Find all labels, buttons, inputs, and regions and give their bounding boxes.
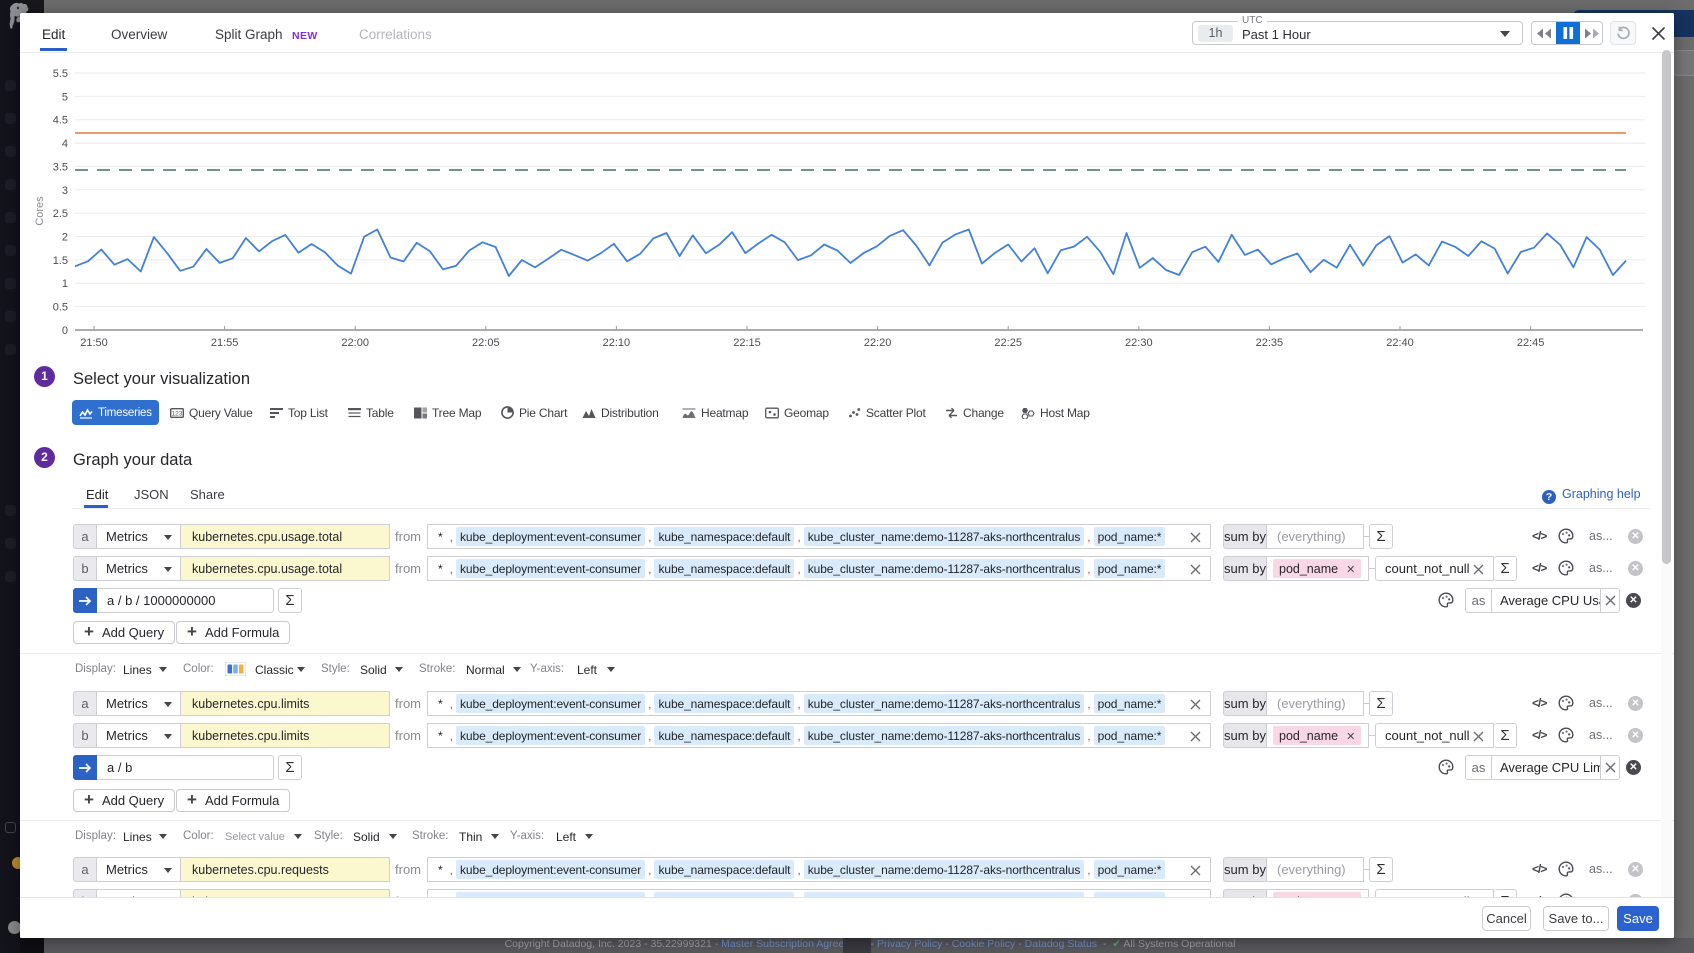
svg-text:3: 3 xyxy=(62,185,68,197)
svg-text:22:05: 22:05 xyxy=(472,337,500,349)
svg-text:5: 5 xyxy=(62,91,68,103)
svg-text:1: 1 xyxy=(62,278,68,290)
svg-text:4: 4 xyxy=(62,138,68,150)
svg-text:22:00: 22:00 xyxy=(341,337,369,349)
svg-text:21:55: 21:55 xyxy=(211,337,239,349)
svg-text:123: 123 xyxy=(172,410,183,417)
svg-text:22:40: 22:40 xyxy=(1386,337,1414,349)
svg-text:1.5: 1.5 xyxy=(53,255,68,267)
svg-text:3.5: 3.5 xyxy=(53,161,68,173)
svg-text:0.5: 0.5 xyxy=(53,302,68,314)
svg-text:0: 0 xyxy=(62,325,68,337)
svg-text:22:45: 22:45 xyxy=(1517,337,1545,349)
svg-text:22:10: 22:10 xyxy=(603,337,631,349)
svg-text:2.5: 2.5 xyxy=(53,208,68,220)
svg-text:22:30: 22:30 xyxy=(1125,337,1153,349)
svg-text:Cores: Cores xyxy=(34,196,46,226)
svg-text:2: 2 xyxy=(62,232,68,244)
svg-text:22:15: 22:15 xyxy=(733,337,761,349)
svg-text:21:50: 21:50 xyxy=(80,337,108,349)
svg-text:22:20: 22:20 xyxy=(864,337,892,349)
svg-text:22:35: 22:35 xyxy=(1256,337,1284,349)
svg-text:5.5: 5.5 xyxy=(53,68,68,80)
svg-text:4.5: 4.5 xyxy=(53,115,68,127)
svg-text:22:25: 22:25 xyxy=(994,337,1022,349)
